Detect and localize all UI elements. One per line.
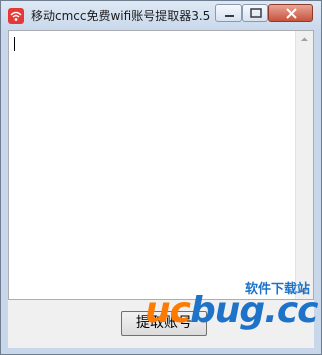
chevron-up-icon xyxy=(301,37,308,41)
close-icon xyxy=(286,8,297,19)
minimize-button[interactable] xyxy=(215,4,242,22)
text-caret xyxy=(14,37,15,51)
watermark-brand-b: bug xyxy=(189,290,265,331)
watermark-brand-c: .cc xyxy=(264,290,318,331)
minimize-icon xyxy=(225,15,234,17)
maximize-button[interactable] xyxy=(242,4,268,22)
watermark-brand: ucbug.cc xyxy=(145,290,319,331)
vertical-scrollbar[interactable] xyxy=(295,31,313,299)
output-textarea[interactable] xyxy=(8,30,314,300)
watermark-brand-a: uc xyxy=(145,290,191,331)
watermark-logo: 软件下载站 ucbug.cc xyxy=(145,280,320,355)
window-title: 移动cmcc免费wifi账号提取器3.5 xyxy=(31,9,211,23)
maximize-icon xyxy=(250,8,262,18)
scroll-up-button[interactable] xyxy=(296,31,313,48)
close-button[interactable] xyxy=(268,4,313,22)
wifi-icon xyxy=(8,8,24,24)
title-bar[interactable]: 移动cmcc免费wifi账号提取器3.5 xyxy=(1,1,321,30)
